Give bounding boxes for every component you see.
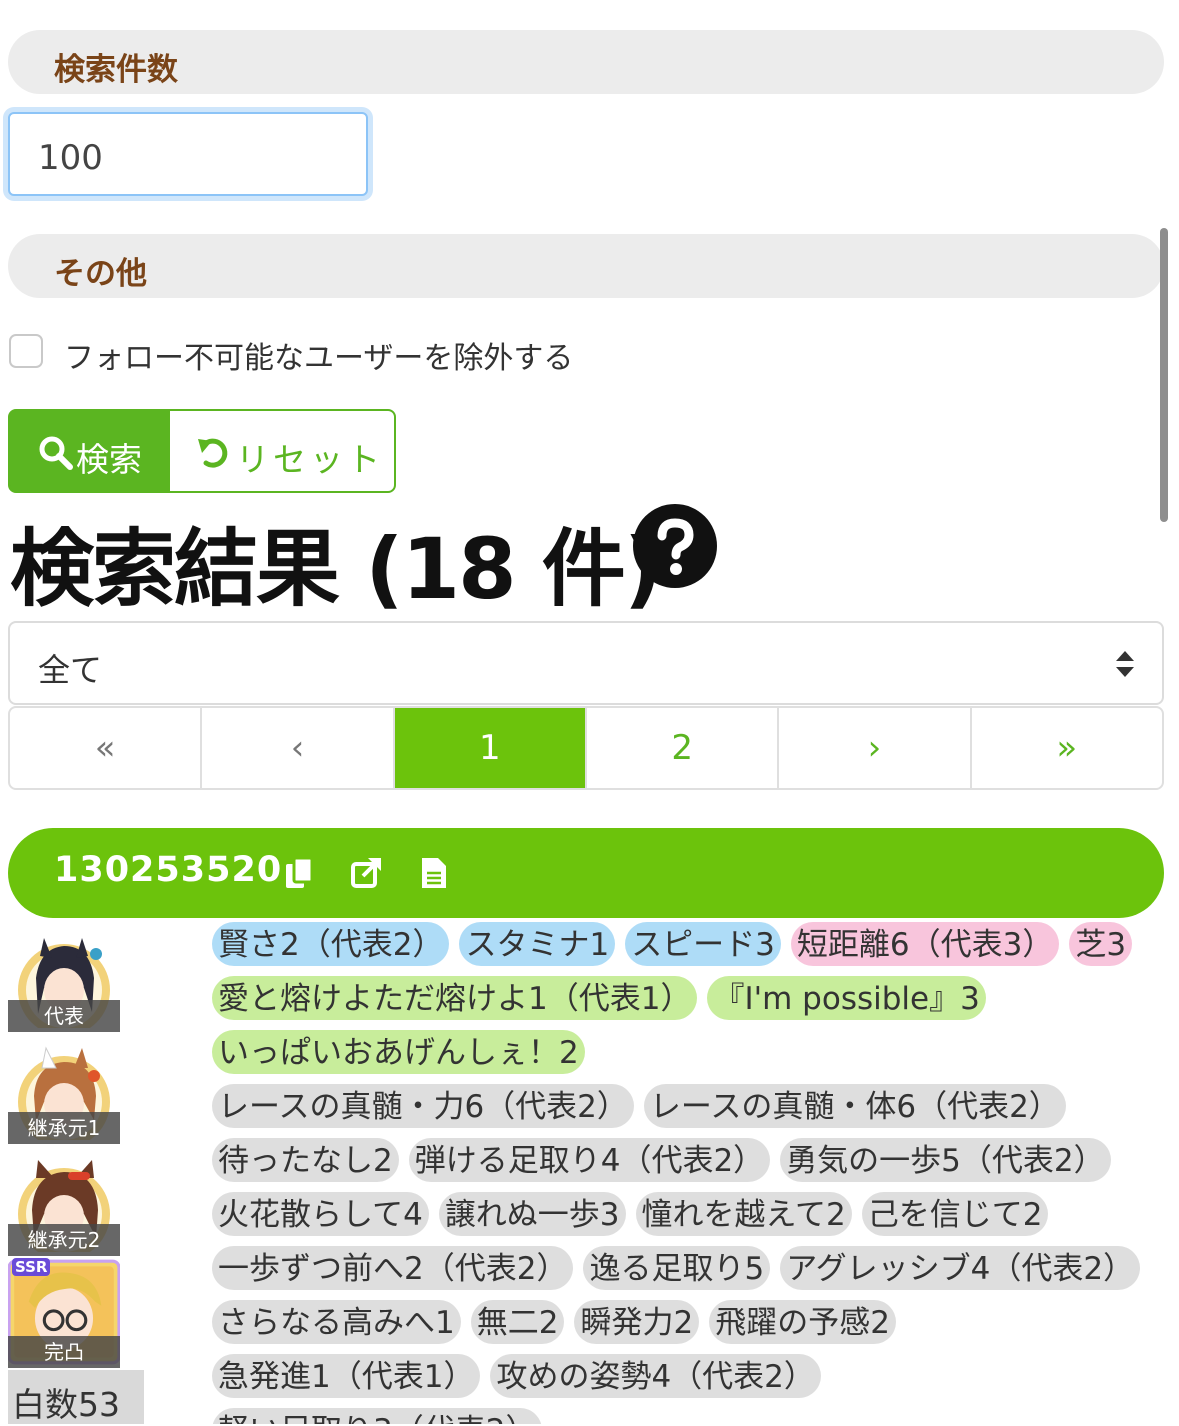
avatar-representative[interactable]: 代表 <box>8 920 120 1032</box>
factor-tag: さらなる高みへ1 <box>212 1300 461 1344</box>
page-1[interactable]: 1 <box>394 708 587 788</box>
avatar-parent-1[interactable]: 継承元1 <box>8 1032 120 1144</box>
page-2-label: 2 <box>671 728 693 768</box>
page-last-label: » <box>1056 728 1078 768</box>
page-1-label: 1 <box>479 728 501 768</box>
avatar-parent-2[interactable]: 継承元2 <box>8 1144 120 1256</box>
results-title: 検索結果 (18 件) <box>10 520 662 618</box>
exclude-unfollowable-label[interactable]: フォロー不可能なユーザーを除外する <box>64 333 573 377</box>
factor-tag: 飛躍の予感2 <box>709 1300 896 1344</box>
page-next-label: › <box>867 728 882 768</box>
page-first-label: « <box>94 728 116 768</box>
reset-button-label: リセット <box>236 440 384 479</box>
page-prev[interactable]: ‹ <box>202 708 395 788</box>
document-icon[interactable] <box>418 856 450 890</box>
reset-button[interactable]: リセット <box>168 409 396 493</box>
factor-tag: 愛と熔けよただ熔けよ1（代表1） <box>212 976 698 1020</box>
factor-tag: スタミナ1 <box>459 922 616 966</box>
factor-tag: レースの真髄・体6（代表2） <box>643 1084 1066 1128</box>
avatar-caption: 継承元1 <box>8 1112 120 1144</box>
factor-tag: 瞬発力2 <box>574 1300 700 1344</box>
other-label: その他 <box>54 256 147 292</box>
factor-tag: 待ったなし2 <box>212 1138 399 1182</box>
exclude-unfollowable-checkbox[interactable] <box>9 334 43 368</box>
factor-tag: 短距離6（代表3） <box>790 922 1060 966</box>
factor-tag: 譲れぬ一歩3 <box>438 1192 626 1236</box>
factor-tag: 勇気の一歩5（代表2） <box>780 1138 1111 1182</box>
filter-selected-value: 全て <box>38 651 103 689</box>
user-id: 130253520 <box>54 850 283 890</box>
search-button[interactable]: 検索 <box>8 409 170 493</box>
factor-tag: 賢さ2（代表2） <box>212 922 450 966</box>
page-prev-label: ‹ <box>290 728 305 768</box>
pagination: « ‹ 1 2 › » <box>8 706 1164 790</box>
undo-icon <box>198 438 228 468</box>
page-next[interactable]: › <box>779 708 972 788</box>
factor-tag: アグレッシブ4（代表2） <box>780 1246 1141 1290</box>
page-2[interactable]: 2 <box>587 708 780 788</box>
white-skill-count-label: 白数53 <box>12 1385 120 1424</box>
avatar-caption: 完凸 <box>8 1336 120 1368</box>
ssr-badge: SSR <box>12 1258 51 1276</box>
factor-tag: 攻めの姿勢4（代表2） <box>490 1354 821 1398</box>
page-last[interactable]: » <box>972 708 1162 788</box>
factor-tag: 火花散らして4 <box>212 1192 429 1236</box>
search-count-label: 検索件数 <box>54 52 178 88</box>
avatar-caption: 代表 <box>8 1000 120 1032</box>
factor-tag: 『I'm possible』3 <box>707 976 986 1020</box>
search-count-input[interactable]: 100 <box>8 112 368 196</box>
factor-tag: 弾ける足取り4（代表2） <box>408 1138 771 1182</box>
other-header: その他 <box>8 234 1164 298</box>
avatar-caption: 継承元2 <box>8 1224 120 1256</box>
factor-tag: レースの真髄・力6（代表2） <box>212 1084 634 1128</box>
filter-select[interactable]: 全て <box>8 621 1164 705</box>
copy-icon[interactable] <box>284 856 316 890</box>
factor-tag: 無二2 <box>470 1300 565 1344</box>
factor-tag: 急発進1（代表1） <box>212 1354 481 1398</box>
factor-tag: 己を信じて2 <box>861 1192 1049 1236</box>
search-count-value: 100 <box>38 138 103 178</box>
search-count-header: 検索件数 <box>8 30 1164 94</box>
white-skill-count: 白数53 <box>8 1370 144 1424</box>
factor-tag: 軽い足取り3（代表2） <box>212 1408 543 1424</box>
support-card[interactable]: SSR 完凸 <box>8 1256 120 1368</box>
factor-tag: 芝3 <box>1069 922 1133 966</box>
question-circle-icon[interactable] <box>632 503 718 589</box>
factor-tag: 憧れを越えて2 <box>635 1192 852 1236</box>
factor-tag: 一歩ずつ前へ2（代表2） <box>212 1246 574 1290</box>
scrollbar[interactable] <box>1160 228 1168 522</box>
external-link-icon[interactable] <box>350 856 382 890</box>
factor-tag: いっぱいおあげんしぇ！2 <box>212 1030 585 1074</box>
search-button-label: 検索 <box>76 440 142 479</box>
page-first[interactable]: « <box>10 708 203 788</box>
select-arrows-icon <box>1116 651 1134 677</box>
factor-tag: 逸る足取り5 <box>583 1246 771 1290</box>
factor-tags: 賢さ2（代表2） スタミナ1 スピード3 短距離6（代表3） 芝3 愛と熔けよただ熔けよ1… <box>212 922 1166 1424</box>
factor-tag: スピード3 <box>625 922 781 966</box>
search-icon <box>39 436 73 470</box>
user-banner: 130253520 <box>8 828 1164 918</box>
